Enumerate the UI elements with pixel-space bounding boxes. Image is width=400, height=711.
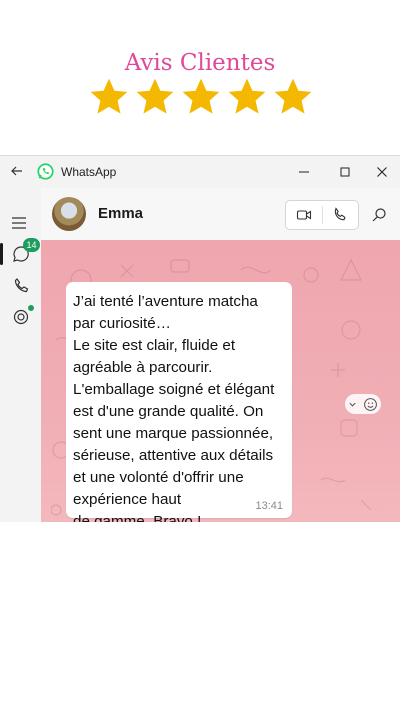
search-icon[interactable] — [371, 207, 387, 223]
whatsapp-window: WhatsApp 14 Emma J’ai tenté l’aventure m… — [0, 155, 400, 522]
reaction-pill[interactable] — [345, 394, 381, 414]
message-time: 13:41 — [255, 500, 283, 512]
star-icon — [228, 78, 266, 114]
active-nav-indicator — [0, 243, 3, 265]
back-arrow-icon[interactable] — [10, 164, 24, 178]
calls-icon[interactable] — [11, 276, 31, 296]
left-nav-rail: 14 — [0, 188, 41, 522]
menu-icon[interactable] — [9, 213, 29, 233]
star-icon — [274, 78, 312, 114]
video-call-icon[interactable] — [296, 207, 312, 223]
emoji-icon[interactable] — [363, 397, 378, 412]
chat-header: Emma — [41, 188, 400, 241]
status-update-dot — [28, 305, 34, 311]
unread-badge: 14 — [23, 238, 40, 252]
title-bar: WhatsApp — [0, 156, 400, 188]
contact-avatar[interactable] — [52, 197, 86, 231]
message-text: J’ai tenté l’aventure matcha par curiosi… — [73, 293, 275, 522]
star-icon — [90, 78, 128, 114]
whatsapp-logo-icon — [37, 163, 54, 180]
star-rating — [88, 76, 314, 120]
message-bubble[interactable]: J’ai tenté l’aventure matcha par curiosi… — [66, 282, 292, 522]
review-title: Avis Clientes — [124, 50, 276, 76]
app-title: WhatsApp — [61, 165, 117, 179]
voice-call-icon[interactable] — [332, 207, 348, 223]
contact-name[interactable]: Emma — [98, 205, 143, 222]
call-divider — [322, 206, 323, 224]
chat-area: J’ai tenté l’aventure matcha par curiosi… — [41, 240, 400, 522]
close-icon[interactable] — [372, 162, 392, 182]
chevron-down-icon[interactable] — [348, 400, 357, 409]
star-icon — [136, 78, 174, 114]
minimize-icon[interactable] — [294, 162, 314, 182]
maximize-icon[interactable] — [335, 162, 355, 182]
star-icon — [182, 78, 220, 114]
call-buttons — [285, 200, 359, 230]
